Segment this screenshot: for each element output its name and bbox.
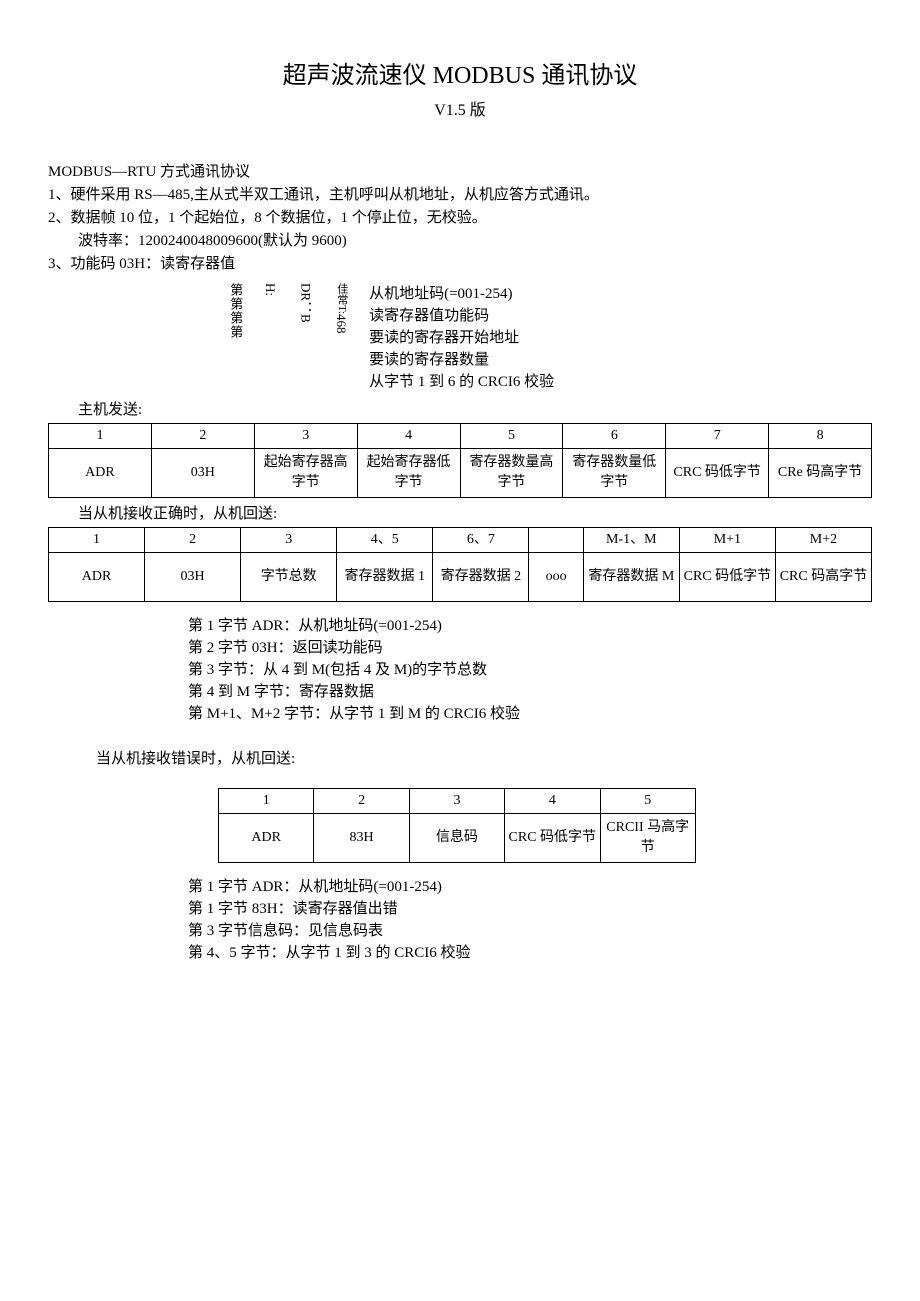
note-line: 第 1 字节 ADR：从机地址码(=001-254) bbox=[188, 616, 872, 637]
td: 03H bbox=[145, 552, 241, 601]
th: 3 bbox=[254, 423, 357, 448]
note-line: 第 4 到 M 字节：寄存器数据 bbox=[188, 682, 872, 703]
rot-col-1: 第第第第 bbox=[228, 283, 242, 339]
th: M-1、M bbox=[583, 527, 679, 552]
rotated-definition-block: 第第第第 H: DR：B 佳常T: 468 从机地址码(=001-254) 读寄… bbox=[228, 283, 872, 394]
th: 1 bbox=[49, 527, 145, 552]
th: 6、7 bbox=[433, 527, 529, 552]
rot-col-5: 468 bbox=[333, 314, 349, 334]
td: 寄存器数据 2 bbox=[433, 552, 529, 601]
def-item-4: 要读的寄存器数量 bbox=[369, 350, 554, 371]
note-line: 第 4、5 字节：从字节 1 到 3 的 CRCI6 校验 bbox=[188, 943, 872, 964]
paragraph-3: 3、功能码 03H：读寄存器值 bbox=[48, 254, 872, 275]
td: ooo bbox=[529, 552, 583, 601]
td: 03H bbox=[151, 448, 254, 497]
td: CRC 码低字节 bbox=[679, 552, 775, 601]
slave-err-label: 当从机接收错误时，从机回送: bbox=[96, 749, 872, 770]
def-item-2: 读寄存器值功能码 bbox=[369, 306, 554, 327]
td: CRC 码低字节 bbox=[505, 813, 600, 862]
td: CRC 码低字节 bbox=[666, 448, 769, 497]
th: 4、5 bbox=[337, 527, 433, 552]
table-row: ADR 03H 字节总数 寄存器数据 1 寄存器数据 2 ooo 寄存器数据 M… bbox=[49, 552, 872, 601]
th: 7 bbox=[666, 423, 769, 448]
td: CRC 码高字节 bbox=[775, 552, 871, 601]
th: 3 bbox=[409, 788, 504, 813]
table-header-row: 1 2 3 4 5 6 7 8 bbox=[49, 423, 872, 448]
th: M+2 bbox=[775, 527, 871, 552]
th: 5 bbox=[600, 788, 695, 813]
td: 寄存器数量低字节 bbox=[563, 448, 666, 497]
th: 1 bbox=[49, 423, 152, 448]
th: 2 bbox=[314, 788, 409, 813]
th: 4 bbox=[357, 423, 460, 448]
td: 寄存器数据 M bbox=[583, 552, 679, 601]
td: ADR bbox=[49, 448, 152, 497]
note-line: 第 3 字节信息码：见信息码表 bbox=[188, 921, 872, 942]
note-line: 第 1 字节 83H：读寄存器值出错 bbox=[188, 899, 872, 920]
th: 2 bbox=[145, 527, 241, 552]
th: 3 bbox=[241, 527, 337, 552]
note-line: 第 2 字节 03H：返回读功能码 bbox=[188, 638, 872, 659]
th: 2 bbox=[151, 423, 254, 448]
table-row: ADR 83H 信息码 CRC 码低字节 CRCII 马高字节 bbox=[219, 813, 696, 862]
td: CRCII 马高字节 bbox=[600, 813, 695, 862]
notes-err: 第 1 字节 ADR：从机地址码(=001-254) 第 1 字节 83H：读寄… bbox=[188, 877, 872, 964]
paragraph-1: 1、硬件采用 RS—485,主从式半双工通讯，主机呼叫从机地址，从机应答方式通讯… bbox=[48, 185, 872, 206]
slave-ok-table: 1 2 3 4、5 6、7 M-1、M M+1 M+2 ADR 03H 字节总数… bbox=[48, 527, 872, 602]
host-send-label: 主机发送: bbox=[78, 400, 872, 421]
th: 1 bbox=[219, 788, 314, 813]
note-line: 第 M+1、M+2 字节：从字节 1 到 M 的 CRCI6 校验 bbox=[188, 704, 872, 725]
table-header-row: 1 2 3 4、5 6、7 M-1、M M+1 M+2 bbox=[49, 527, 872, 552]
host-send-table: 1 2 3 4 5 6 7 8 ADR 03H 起始寄存器高字节 起始寄存器低字… bbox=[48, 423, 872, 498]
td: 83H bbox=[314, 813, 409, 862]
td: 起始寄存器低字节 bbox=[357, 448, 460, 497]
version-label: V1.5 版 bbox=[48, 100, 872, 122]
td: 字节总数 bbox=[241, 552, 337, 601]
paragraph-2: 2、数据帧 10 位，1 个起始位，8 个数据位，1 个停止位，无校验。 bbox=[48, 208, 872, 229]
td: 起始寄存器高字节 bbox=[254, 448, 357, 497]
rot-col-3: DR：B bbox=[298, 283, 314, 323]
th: 4 bbox=[505, 788, 600, 813]
td: 寄存器数量高字节 bbox=[460, 448, 563, 497]
table-row: ADR 03H 起始寄存器高字节 起始寄存器低字节 寄存器数量高字节 寄存器数量… bbox=[49, 448, 872, 497]
note-line: 第 1 字节 ADR：从机地址码(=001-254) bbox=[188, 877, 872, 898]
def-item-3: 要读的寄存器开始地址 bbox=[369, 328, 554, 349]
td: 信息码 bbox=[409, 813, 504, 862]
protocol-heading: MODBUS—RTU 方式通讯协议 bbox=[48, 162, 872, 183]
th: 5 bbox=[460, 423, 563, 448]
th bbox=[529, 527, 583, 552]
td: ADR bbox=[219, 813, 314, 862]
rot-col-2: H: bbox=[262, 283, 278, 296]
th: M+1 bbox=[679, 527, 775, 552]
def-item-5: 从字节 1 到 6 的 CRCI6 校验 bbox=[369, 372, 554, 393]
slave-err-table: 1 2 3 4 5 ADR 83H 信息码 CRC 码低字节 CRCII 马高字… bbox=[218, 788, 696, 863]
notes-ok: 第 1 字节 ADR：从机地址码(=001-254) 第 2 字节 03H：返回… bbox=[188, 616, 872, 725]
td: ADR bbox=[49, 552, 145, 601]
rot-col-4: 佳常T: bbox=[335, 283, 348, 314]
note-line: 第 3 字节：从 4 到 M(包括 4 及 M)的字节总数 bbox=[188, 660, 872, 681]
td: 寄存器数据 1 bbox=[337, 552, 433, 601]
th: 8 bbox=[769, 423, 872, 448]
th: 6 bbox=[563, 423, 666, 448]
page-title: 超声波流速仪 MODBUS 通讯协议 bbox=[48, 60, 872, 94]
paragraph-2-baud: 波特率：1200240048009600(默认为 9600) bbox=[48, 231, 872, 252]
slave-ok-label: 当从机接收正确时，从机回送: bbox=[78, 504, 872, 525]
def-item-1: 从机地址码(=001-254) bbox=[369, 284, 554, 305]
td: CRe 码高字节 bbox=[769, 448, 872, 497]
definition-list: 从机地址码(=001-254) 读寄存器值功能码 要读的寄存器开始地址 要读的寄… bbox=[369, 283, 554, 394]
table-header-row: 1 2 3 4 5 bbox=[219, 788, 696, 813]
